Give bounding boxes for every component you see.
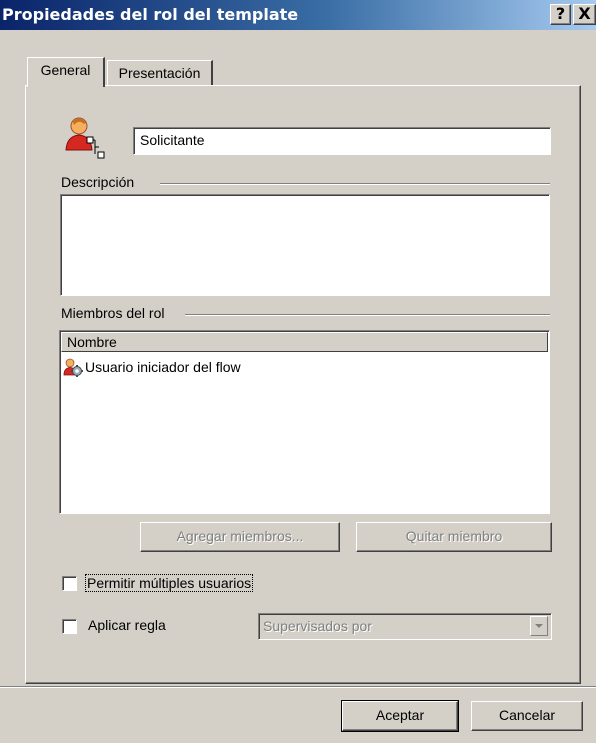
multiple-users-label[interactable]: Permitir múltiples usuarios [84, 574, 254, 592]
user-gear-icon [63, 358, 83, 378]
rule-select-value: Supervisados por [263, 618, 372, 634]
close-button[interactable]: X [573, 4, 596, 25]
combo-dropdown-button[interactable] [530, 616, 548, 636]
list-item[interactable]: Usuario iniciador del flow [63, 357, 543, 379]
role-name-value: Solicitante [140, 132, 205, 148]
tab-presentacion-label: Presentación [118, 65, 201, 81]
tab-presentacion[interactable]: Presentación [107, 60, 213, 86]
role-name-field[interactable]: Solicitante [133, 127, 551, 155]
ok-button[interactable]: Aceptar [341, 700, 459, 732]
apply-rule-checkbox[interactable] [62, 619, 77, 634]
description-textarea[interactable] [60, 194, 550, 296]
help-button[interactable]: ? [550, 4, 571, 25]
title-bar: Propiedades del rol del template ? X [0, 0, 596, 30]
chevron-down-icon [535, 624, 543, 628]
description-label: Descripción [61, 174, 141, 190]
window-title: Propiedades del rol del template [2, 5, 299, 24]
role-user-icon [64, 116, 108, 160]
members-divider [185, 314, 550, 316]
footer-divider [0, 686, 596, 688]
add-members-button[interactable]: Agregar miembros... [140, 522, 340, 552]
multiple-users-checkbox[interactable] [62, 576, 77, 591]
rule-select[interactable]: Supervisados por [258, 613, 552, 640]
tab-general[interactable]: General [27, 57, 105, 87]
description-divider [160, 183, 550, 185]
cancel-button[interactable]: Cancelar [471, 701, 583, 731]
column-header-nombre[interactable]: Nombre [61, 332, 548, 352]
tab-general-label: General [40, 62, 91, 78]
members-label: Miembros del rol [61, 305, 171, 321]
remove-member-button[interactable]: Quitar miembro [356, 522, 552, 552]
members-list[interactable]: Nombre Usuario iniciador del flow [59, 330, 550, 514]
apply-rule-label[interactable]: Aplicar regla [88, 617, 166, 633]
list-item-label: Usuario iniciador del flow [85, 359, 241, 375]
